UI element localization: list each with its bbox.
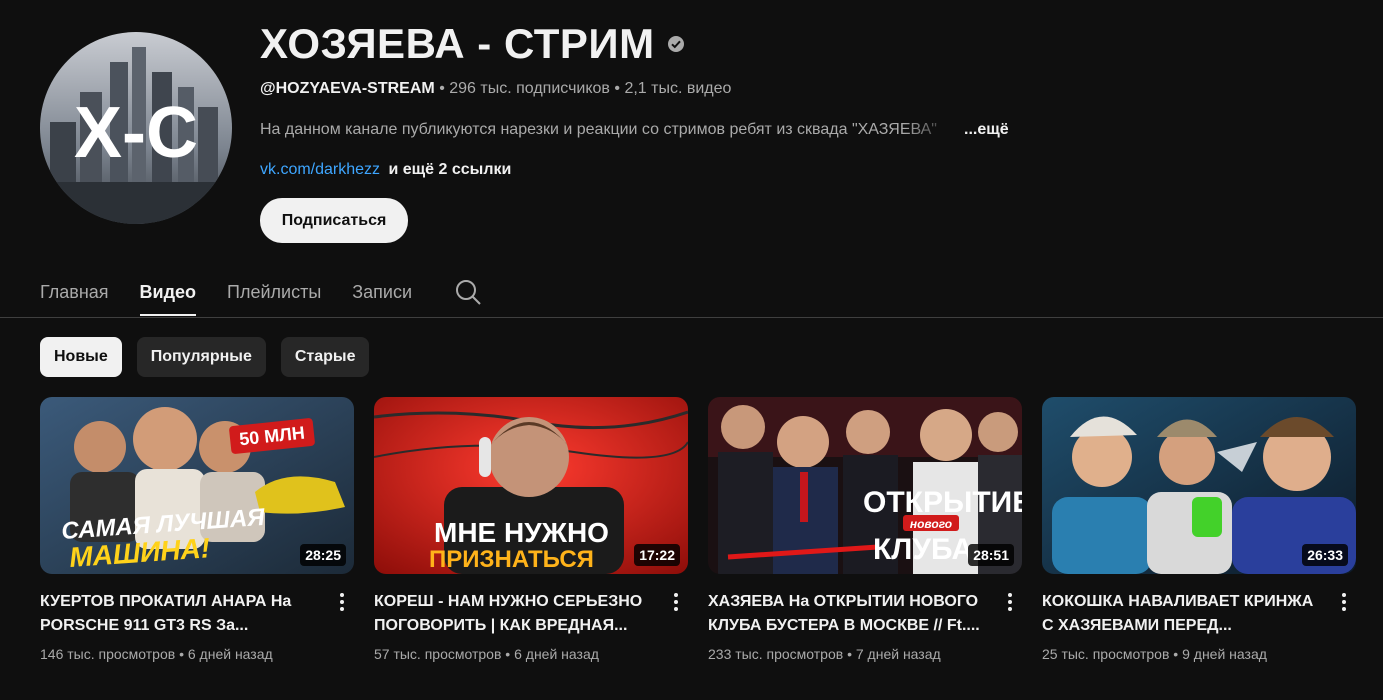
thumbnail-caption: ПРИЗНАТЬСЯ: [429, 546, 594, 573]
external-link[interactable]: vk.com/darkhezz: [260, 161, 380, 178]
video-duration: 26:33: [1302, 544, 1348, 566]
video-card[interactable]: 26:33 КОКОШКА НАВАЛИВАЕТ КРИНЖА С ХАЗЯЕВ…: [1042, 397, 1356, 662]
video-duration: 17:22: [634, 544, 680, 566]
chip-popular[interactable]: Популярные: [136, 337, 266, 377]
view-count: 233 тыс. просмотров: [708, 646, 844, 662]
thumbnail-caption: КЛУБА: [873, 533, 973, 566]
video-thumbnail[interactable]: ОТКРЫТИЕ нового КЛУБА 28:51: [708, 397, 1022, 574]
more-links-button[interactable]: и ещё 2 ссылки: [389, 161, 512, 178]
thumbnail-caption: ОТКРЫТИЕ: [863, 486, 1022, 519]
channel-name: ХОЗЯЕВА - СТРИМ: [260, 20, 655, 67]
tab-home[interactable]: Главная: [40, 266, 109, 318]
more-options-icon[interactable]: [998, 590, 1022, 614]
publish-age: 6 дней назад: [514, 646, 599, 662]
meta-separator: •: [1173, 646, 1179, 662]
subscriber-count: 296 тыс. подписчиков: [449, 80, 610, 97]
view-count: 146 тыс. просмотров: [40, 646, 176, 662]
channel-title-row: ХОЗЯЕВА - СТРИМ: [260, 20, 685, 68]
video-info: ХАЗЯЕВА На ОТКРЫТИИ НОВОГО КЛУБА БУСТЕРА…: [708, 590, 1022, 662]
channel-handle: @HOZYAEVA-STREAM: [260, 80, 435, 97]
video-thumbnail[interactable]: 50 МЛН САМАЯ ЛУЧШАЯ МАШИНА! 28:25: [40, 397, 354, 574]
channel-tabs: Главная Видео Плейлисты Записи: [40, 266, 483, 318]
video-card[interactable]: МНЕ НУЖНО ПРИЗНАТЬСЯ 17:22 КОРЕШ - НАМ Н…: [374, 397, 688, 662]
video-meta: 57 тыс. просмотров • 6 дней назад: [374, 646, 658, 662]
tab-playlists[interactable]: Плейлисты: [227, 266, 321, 318]
video-meta: 233 тыс. просмотров • 7 дней назад: [708, 646, 992, 662]
chip-oldest[interactable]: Старые: [280, 337, 370, 377]
meta-separator: •: [505, 646, 511, 662]
video-title[interactable]: КОКОШКА НАВАЛИВАЕТ КРИНЖА С ХАЗЯЕВАМИ ПЕ…: [1042, 590, 1326, 638]
video-title[interactable]: ХАЗЯЕВА На ОТКРЫТИИ НОВОГО КЛУБА БУСТЕРА…: [708, 590, 992, 638]
description-text: На данном канале публикуются нарезки и р…: [260, 121, 937, 138]
video-meta: 25 тыс. просмотров • 9 дней назад: [1042, 646, 1326, 662]
meta-separator: •: [614, 80, 620, 97]
video-thumbnail[interactable]: 26:33: [1042, 397, 1356, 574]
channel-links: vk.com/darkhezz и ещё 2 ссылки: [260, 161, 511, 179]
video-meta: 146 тыс. просмотров • 6 дней назад: [40, 646, 324, 662]
search-icon[interactable]: [453, 277, 483, 307]
more-options-icon[interactable]: [330, 590, 354, 614]
publish-age: 9 дней назад: [1182, 646, 1267, 662]
view-count: 57 тыс. просмотров: [374, 646, 502, 662]
sort-chips: Новые Популярные Старые: [40, 337, 370, 377]
video-title[interactable]: КУЕРТОВ ПРОКАТИЛ АНАРА На PORSCHE 911 GT…: [40, 590, 324, 638]
thumbnail-caption: нового: [910, 517, 952, 531]
thumbnail-caption: МНЕ НУЖНО: [434, 517, 609, 548]
video-title[interactable]: КОРЕШ - НАМ НУЖНО СЕРЬЕЗНО ПОГОВОРИТЬ | …: [374, 590, 658, 638]
video-count: 2,1 тыс. видео: [624, 80, 732, 97]
meta-separator: •: [439, 80, 445, 97]
video-info: КУЕРТОВ ПРОКАТИЛ АНАРА На PORSCHE 911 GT…: [40, 590, 354, 662]
video-duration: 28:51: [968, 544, 1014, 566]
channel-page: X-C ХОЗЯЕВА - СТРИМ @HOZYAEVA-STREAM • 2…: [0, 0, 1383, 700]
avatar-text: X-C: [74, 93, 198, 173]
channel-avatar[interactable]: X-C: [40, 32, 232, 224]
description-more-link[interactable]: ...ещё: [964, 121, 1009, 139]
video-info: КОРЕШ - НАМ НУЖНО СЕРЬЕЗНО ПОГОВОРИТЬ | …: [374, 590, 688, 662]
view-count: 25 тыс. просмотров: [1042, 646, 1170, 662]
avatar-image: X-C: [40, 32, 232, 224]
chip-newest[interactable]: Новые: [40, 337, 122, 377]
verified-icon: [667, 35, 685, 53]
publish-age: 7 дней назад: [855, 646, 941, 662]
subscribe-button[interactable]: Подписаться: [260, 198, 408, 243]
video-duration: 28:25: [300, 544, 346, 566]
channel-description[interactable]: На данном канале публикуются нарезки и р…: [260, 121, 1009, 139]
tabs-divider: [0, 317, 1383, 318]
video-thumbnail[interactable]: МНЕ НУЖНО ПРИЗНАТЬСЯ 17:22: [374, 397, 688, 574]
video-grid: 50 МЛН САМАЯ ЛУЧШАЯ МАШИНА! 28:25 КУЕРТО…: [40, 397, 1356, 662]
more-options-icon[interactable]: [1332, 590, 1356, 614]
more-options-icon[interactable]: [664, 590, 688, 614]
meta-separator: •: [847, 646, 852, 662]
publish-age: 6 дней назад: [187, 646, 273, 662]
video-info: КОКОШКА НАВАЛИВАЕТ КРИНЖА С ХАЗЯЕВАМИ ПЕ…: [1042, 590, 1356, 662]
channel-meta: @HOZYAEVA-STREAM • 296 тыс. подписчиков …: [260, 80, 731, 98]
meta-separator: •: [179, 646, 184, 662]
video-card[interactable]: 50 МЛН САМАЯ ЛУЧШАЯ МАШИНА! 28:25 КУЕРТО…: [40, 397, 354, 662]
video-card[interactable]: ОТКРЫТИЕ нового КЛУБА 28:51 ХАЗЯЕВА На О…: [708, 397, 1022, 662]
tab-videos[interactable]: Видео: [139, 266, 196, 318]
tab-posts[interactable]: Записи: [352, 266, 412, 318]
